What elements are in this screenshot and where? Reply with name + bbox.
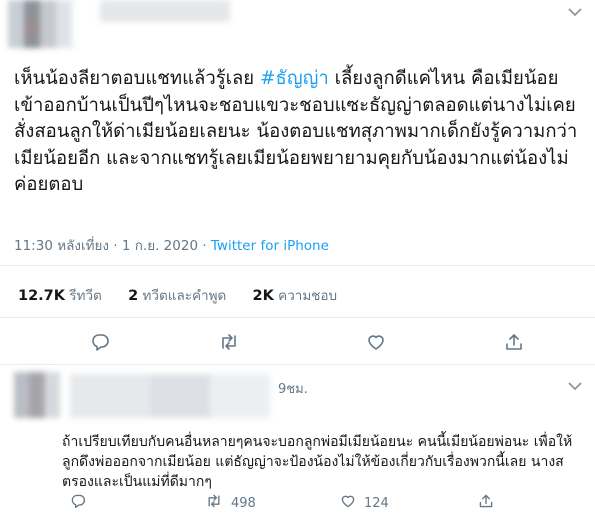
tweet-text: เห็นน้องลียาตอบแชทแล้วรู้เลย #ธัญญ่า เลี… — [14, 68, 578, 196]
reply-avatar[interactable] — [14, 372, 60, 418]
chevron-down-icon[interactable] — [568, 6, 582, 21]
reply-timestamp[interactable]: 9ชม. — [278, 378, 308, 399]
like-icon[interactable] — [340, 493, 356, 513]
reply-retweet-count: 498 — [231, 495, 256, 511]
divider — [0, 364, 595, 365]
author-avatar[interactable] — [8, 0, 72, 48]
share-icon[interactable] — [504, 332, 524, 352]
chevron-down-icon[interactable] — [568, 380, 582, 395]
reply-like-count: 124 — [364, 495, 389, 511]
hashtag-link[interactable]: #ธัญญ่า — [260, 68, 329, 89]
reply-share-button[interactable] — [478, 493, 494, 513]
tweet-source-link[interactable]: Twitter for iPhone — [211, 238, 329, 254]
like-icon[interactable] — [366, 332, 386, 352]
likes-stat[interactable]: 2K ความชอบ — [253, 288, 338, 304]
author-name-blurred[interactable] — [100, 0, 230, 22]
reply-like-button[interactable]: 124 — [340, 493, 389, 513]
reply-reply-button[interactable] — [70, 493, 86, 513]
tweet-timestamp[interactable]: 11:30 หลังเที่ยง · 1 ก.ย. 2020 · — [14, 238, 211, 254]
reply-text: ถ้าเปรียบเทียบกับคนอื่นหลายๆคนจะบอกลูกพ่… — [62, 434, 573, 490]
reply-author-blurred[interactable] — [70, 374, 270, 418]
retweets-stat[interactable]: 12.7K รีทวีต — [18, 288, 102, 304]
retweet-icon[interactable] — [218, 332, 240, 352]
reply-icon[interactable] — [70, 493, 86, 513]
reply-retweet-button[interactable]: 498 — [205, 493, 256, 513]
tweet-meta: 11:30 หลังเที่ยง · 1 ก.ย. 2020 · Twitter… — [14, 234, 329, 256]
divider — [0, 265, 595, 266]
tweet-stats: 12.7K รีทวีต 2 ทวีตและคำพูด 2K ความชอบ — [18, 284, 359, 306]
quotes-stat[interactable]: 2 ทวีตและคำพูด — [128, 288, 226, 304]
share-icon[interactable] — [478, 493, 494, 513]
reply-icon[interactable] — [90, 332, 110, 352]
divider — [0, 317, 595, 318]
retweet-icon[interactable] — [205, 493, 223, 513]
